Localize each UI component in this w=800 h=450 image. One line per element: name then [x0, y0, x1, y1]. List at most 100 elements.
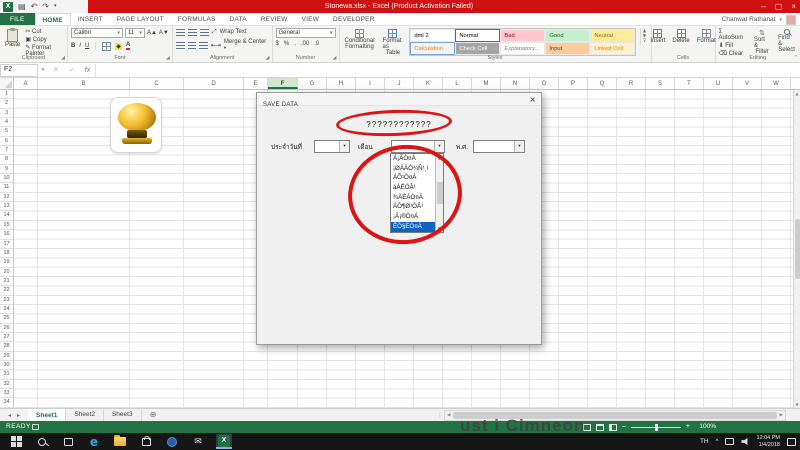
account-box[interactable]: Chanwat Rathanat ▾ [722, 13, 796, 26]
format-cells-button[interactable]: Format [695, 28, 718, 45]
cell-style-good[interactable]: Good [545, 29, 590, 42]
dialog-title-bar[interactable]: SAVE DATA × [257, 93, 541, 106]
column-header-E[interactable]: E [244, 78, 268, 89]
display-icon[interactable] [725, 438, 734, 445]
scroll-down-icon[interactable]: ▼ [795, 402, 798, 407]
number-dialog-launcher-icon[interactable]: ◢ [333, 55, 337, 61]
column-header-Q[interactable]: Q [588, 78, 617, 89]
column-header-D[interactable]: D [184, 78, 244, 89]
row-header-16[interactable]: 16 [0, 230, 13, 239]
name-box[interactable]: F2 [0, 64, 38, 77]
number-format-select[interactable]: General▾ [276, 28, 336, 38]
align-top-icon[interactable] [176, 29, 185, 36]
format-as-table-button[interactable]: Format as Table [381, 28, 406, 57]
sort-filter-button[interactable]: ⇅ Sort & Filter [752, 28, 772, 57]
autosum-button[interactable]: Σ AutoSum [719, 28, 748, 41]
clock[interactable]: 12:04 PM 1/4/2018 [756, 435, 780, 449]
cancel-icon[interactable]: ✕ [48, 66, 64, 74]
taskbar-edge-icon[interactable]: e [86, 434, 102, 449]
taskbar-search-icon[interactable] [34, 434, 50, 449]
paste-button[interactable]: Paste [3, 28, 22, 57]
new-sheet-icon[interactable]: ⊕ [142, 409, 165, 421]
row-header-19[interactable]: 19 [0, 258, 13, 267]
taskbar-mail-icon[interactable]: ✉ [190, 434, 206, 449]
cell-style-neutral[interactable]: Neutral [590, 29, 635, 42]
column-header-S[interactable]: S [646, 78, 675, 89]
insert-function-icon[interactable]: fx [80, 67, 95, 74]
gallery-scroll[interactable]: ▲ ▼ ⊽ [640, 28, 647, 45]
align-right-icon[interactable] [199, 42, 208, 49]
excel-app-icon[interactable]: X [3, 2, 13, 12]
align-left-icon[interactable] [176, 42, 185, 49]
tray-chevron-icon[interactable]: ^ [716, 439, 719, 445]
column-header-H[interactable]: H [327, 78, 356, 89]
fill-color-icon[interactable]: ◆ [115, 43, 122, 50]
taskbar-store-icon[interactable] [138, 434, 154, 449]
row-header-27[interactable]: 27 [0, 333, 13, 342]
row-header-15[interactable]: 15 [0, 221, 13, 230]
decrease-decimal-button[interactable]: .0 [314, 41, 319, 47]
cell-style-explanatory-[interactable]: Explanatory... [500, 42, 545, 55]
language-indicator[interactable]: TH [700, 438, 709, 445]
delete-cells-button[interactable]: Delete [670, 28, 691, 45]
row-header-29[interactable]: 29 [0, 352, 13, 361]
column-header-T[interactable]: T [675, 78, 704, 89]
column-header-I[interactable]: I [356, 78, 385, 89]
month-combo-dropdown-icon[interactable]: ▾ [434, 141, 444, 152]
column-header-F[interactable]: F [268, 78, 298, 89]
sheet-nav-right-icon[interactable]: ▸ [17, 412, 20, 419]
align-bottom-icon[interactable] [200, 29, 209, 36]
ribbon-tab-insert[interactable]: INSERT [71, 13, 110, 25]
minimize-button[interactable]: – [761, 0, 765, 13]
row-header-8[interactable]: 8 [0, 155, 13, 164]
sheet-tab-sheet3[interactable]: Sheet3 [104, 409, 142, 421]
sheet-nav-left-icon[interactable]: ◂ [8, 412, 11, 419]
row-header-10[interactable]: 10 [0, 174, 13, 183]
close-button[interactable]: × [791, 0, 796, 13]
row-header-28[interactable]: 28 [0, 342, 13, 351]
row-header-33[interactable]: 33 [0, 389, 13, 398]
date-combobox[interactable]: ▾ [314, 140, 350, 153]
ribbon-tab-home[interactable]: HOME [35, 13, 71, 25]
ribbon-tab-view[interactable]: VIEW [295, 13, 326, 25]
taskbar-excel-icon[interactable]: X [216, 434, 232, 449]
page-layout-view-icon[interactable] [596, 424, 604, 431]
undo-icon[interactable]: ↶ [31, 0, 38, 13]
column-header-M[interactable]: M [472, 78, 501, 89]
vertical-scrollbar[interactable]: ▲ ▼ [793, 90, 800, 408]
row-header-20[interactable]: 20 [0, 268, 13, 277]
row-header-22[interactable]: 22 [0, 286, 13, 295]
wrap-text-button[interactable]: Wrap Text [220, 29, 247, 35]
macro-record-icon[interactable] [32, 424, 39, 430]
taskbar-taskview-icon[interactable] [60, 434, 76, 449]
fill-button[interactable]: ⬇ Fill [719, 42, 748, 49]
row-header-6[interactable]: 6 [0, 137, 13, 146]
column-header-W[interactable]: W [762, 78, 791, 89]
borders-icon[interactable] [102, 42, 111, 51]
row-header-18[interactable]: 18 [0, 249, 13, 258]
row-header-26[interactable]: 26 [0, 324, 13, 333]
column-header-R[interactable]: R [617, 78, 646, 89]
trophy-image[interactable] [110, 97, 162, 153]
column-header-L[interactable]: L [443, 78, 472, 89]
alignment-dialog-launcher-icon[interactable]: ◢ [266, 55, 270, 61]
taskbar-start-icon[interactable] [8, 434, 24, 449]
row-header-14[interactable]: 14 [0, 211, 13, 220]
save-icon[interactable]: ▤ [18, 0, 26, 13]
column-header-N[interactable]: N [501, 78, 530, 89]
formula-input[interactable] [95, 64, 795, 77]
cell-style-check-cell[interactable]: Check Cell [455, 42, 500, 55]
cell-style-dml-2[interactable]: dml 2 [410, 29, 455, 42]
italic-button[interactable]: I [79, 43, 81, 49]
ribbon-collapse-icon[interactable]: ^ [794, 55, 798, 61]
row-header-1[interactable]: 1 [0, 90, 13, 99]
grow-font-button[interactable]: A▲ [147, 30, 157, 36]
currency-button[interactable]: $ [276, 41, 279, 47]
row-header-25[interactable]: 25 [0, 314, 13, 323]
select-all-corner[interactable] [0, 78, 14, 89]
date-combo-dropdown-icon[interactable]: ▾ [339, 141, 349, 152]
horizontal-scroll-thumb[interactable] [453, 412, 776, 419]
column-header-O[interactable]: O [530, 78, 559, 89]
column-header-P[interactable]: P [559, 78, 588, 89]
ribbon-tab-page-layout[interactable]: PAGE LAYOUT [110, 13, 171, 25]
